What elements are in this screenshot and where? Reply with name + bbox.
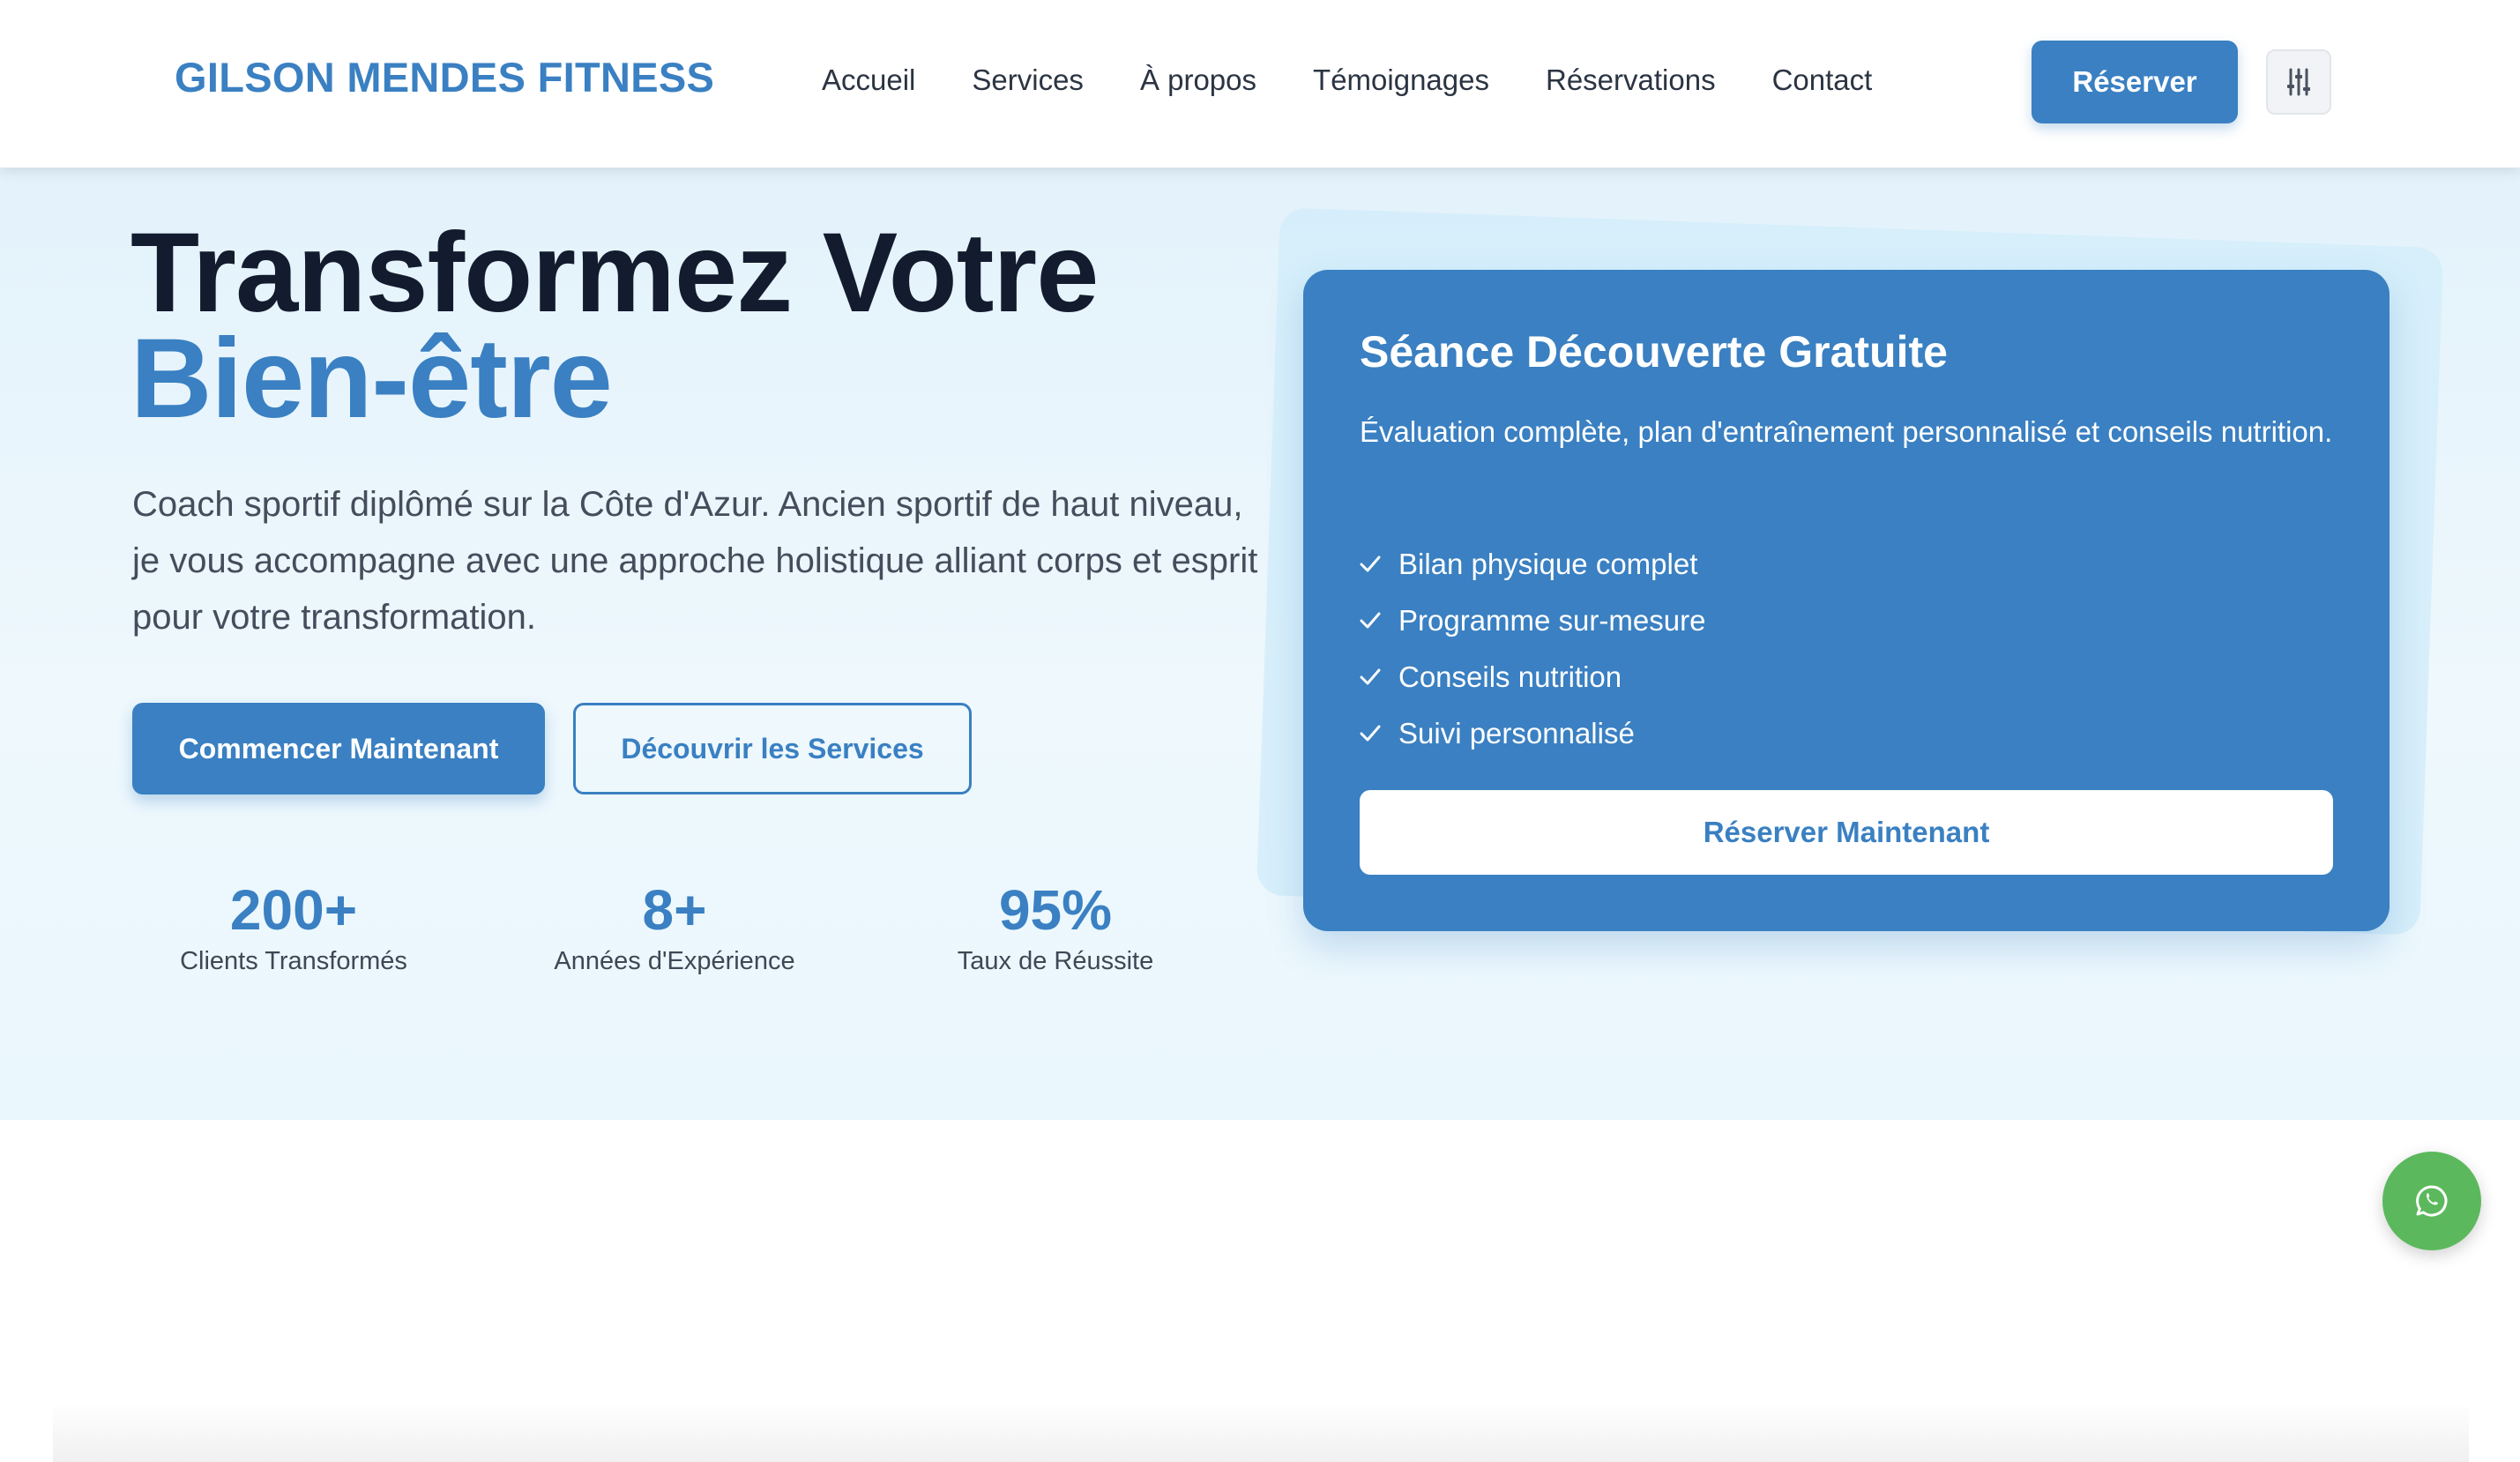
list-item: Conseils nutrition [1360, 649, 1705, 705]
stat-label: Clients Transformés [180, 947, 407, 975]
checkmark-icon [1360, 556, 1383, 573]
hero-title-highlight: Bien-être [130, 316, 613, 442]
nav-item-contact[interactable]: Contact [1772, 63, 1873, 97]
feature-label: Programme sur-mesure [1398, 604, 1706, 637]
start-now-button[interactable]: Commencer Maintenant [132, 703, 545, 794]
stat-clients: 200+ Clients Transformés [135, 876, 452, 976]
book-now-button[interactable]: Réserver Maintenant [1360, 790, 2333, 875]
feature-label: Suivi personnalisé [1398, 717, 1635, 750]
nav-item-accueil[interactable]: Accueil [822, 63, 915, 97]
whatsapp-button[interactable] [2382, 1152, 2481, 1250]
free-session-card: Séance Découverte Gratuite Évaluation co… [1303, 270, 2390, 931]
stat-value: 200+ [229, 878, 358, 942]
list-item: Suivi personnalisé [1360, 705, 1705, 762]
discover-services-button[interactable]: Découvrir les Services [573, 703, 972, 794]
stat-value: 95% [998, 878, 1113, 942]
site-header: GILSON MENDES FITNESS Accueil Services À… [0, 0, 2520, 168]
nav-item-reservations[interactable]: Réservations [1546, 63, 1716, 97]
list-item: Bilan physique complet [1360, 536, 1705, 593]
section-divider [53, 1402, 2469, 1462]
stat-value: 8+ [642, 878, 707, 942]
stat-label: Taux de Réussite [957, 947, 1154, 975]
stat-experience: 8+ Années d'Expérience [516, 876, 833, 976]
nav-item-a-propos[interactable]: À propos [1140, 63, 1256, 97]
reserve-button[interactable]: Réserver [2032, 41, 2238, 123]
nav-item-temoignages[interactable]: Témoignages [1313, 63, 1489, 97]
hero-description: Coach sportif diplômé sur la Côte d'Azur… [132, 485, 1258, 637]
feature-label: Conseils nutrition [1398, 660, 1622, 693]
feature-list: Bilan physique complet Programme sur-mes… [1360, 536, 1705, 762]
settings-button[interactable] [2266, 49, 2331, 115]
card-description: Évaluation complète, plan d'entraînement… [1360, 415, 2333, 448]
feature-label: Bilan physique complet [1398, 548, 1698, 580]
list-item: Programme sur-mesure [1360, 593, 1705, 649]
card-title: Séance Découverte Gratuite [1360, 327, 1948, 377]
checkmark-icon [1360, 725, 1383, 742]
whatsapp-icon [2416, 1185, 2448, 1217]
stat-success-rate: 95% Taux de Réussite [897, 876, 1214, 976]
site-logo[interactable]: GILSON MENDES FITNESS [175, 53, 714, 101]
nav-item-services[interactable]: Services [972, 63, 1084, 97]
hero-title: Transformez Votre Bien-être [130, 217, 1099, 436]
main-nav: Accueil Services À propos Témoignages Ré… [822, 63, 1928, 97]
checkmark-icon [1360, 668, 1383, 686]
sliders-icon [2287, 68, 2310, 96]
checkmark-icon [1360, 612, 1383, 630]
stat-label: Années d'Expérience [554, 947, 795, 975]
